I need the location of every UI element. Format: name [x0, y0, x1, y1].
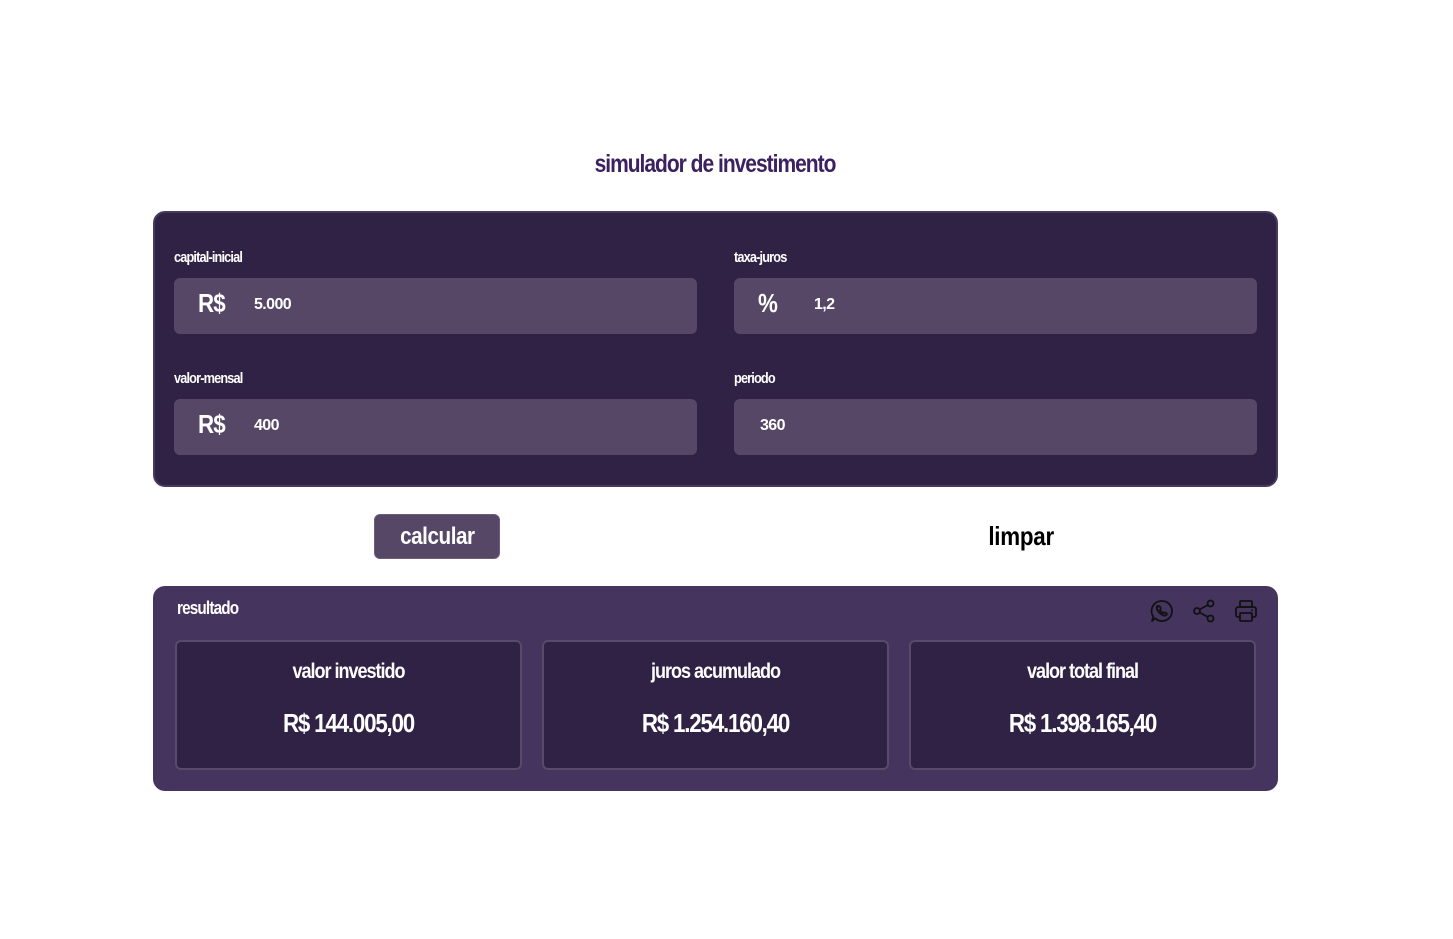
taxa-juros-value[interactable]: 1,2 — [814, 296, 835, 314]
valor-mensal-field[interactable]: R$ 400 — [174, 399, 697, 455]
valor-mensal-value[interactable]: 400 — [254, 417, 280, 435]
whatsapp-icon[interactable] — [1148, 597, 1176, 625]
capital-inicial-label: capital-inicial — [174, 249, 243, 266]
card-label: valor total final — [1027, 660, 1139, 683]
valor-investido-card: valor investido R$ 144.005,00 — [175, 640, 522, 770]
valor-mensal-label: valor-mensal — [174, 370, 243, 387]
currency-prefix: R$ — [198, 288, 226, 318]
periodo-value[interactable]: 360 — [760, 417, 786, 435]
percent-prefix: % — [758, 288, 778, 318]
page-title: simulador de investimento — [594, 150, 837, 178]
juros-acumulado-card: juros acumulado R$ 1.254.160,40 — [542, 640, 889, 770]
capital-inicial-field[interactable]: R$ 5.000 — [174, 278, 697, 334]
card-label: valor investido — [292, 660, 406, 683]
result-title: resultado — [177, 598, 239, 618]
calculate-label: calcular — [399, 522, 475, 550]
card-value: R$ 1.398.165,40 — [1008, 708, 1158, 738]
card-value: R$ 144.005,00 — [282, 708, 415, 738]
currency-prefix: R$ — [198, 409, 226, 439]
card-label: juros acumulado — [650, 660, 781, 683]
periodo-field[interactable]: 360 — [734, 399, 1257, 455]
share-icon[interactable] — [1190, 597, 1218, 625]
clear-button[interactable]: limpar — [960, 514, 1082, 559]
capital-inicial-value[interactable]: 5.000 — [254, 296, 292, 314]
calculate-button[interactable]: calcular — [374, 514, 500, 559]
print-icon[interactable] — [1232, 597, 1260, 625]
result-panel: resultado valor investido R$ 144.005,00 … — [153, 586, 1278, 791]
taxa-juros-label: taxa-juros — [734, 249, 787, 266]
clear-label: limpar — [988, 521, 1054, 551]
taxa-juros-field[interactable]: % 1,2 — [734, 278, 1257, 334]
valor-total-final-card: valor total final R$ 1.398.165,40 — [909, 640, 1256, 770]
periodo-label: periodo — [734, 370, 776, 387]
investment-form: capital-inicial R$ 5.000 taxa-juros % 1,… — [153, 211, 1278, 487]
card-value: R$ 1.254.160,40 — [641, 708, 791, 738]
